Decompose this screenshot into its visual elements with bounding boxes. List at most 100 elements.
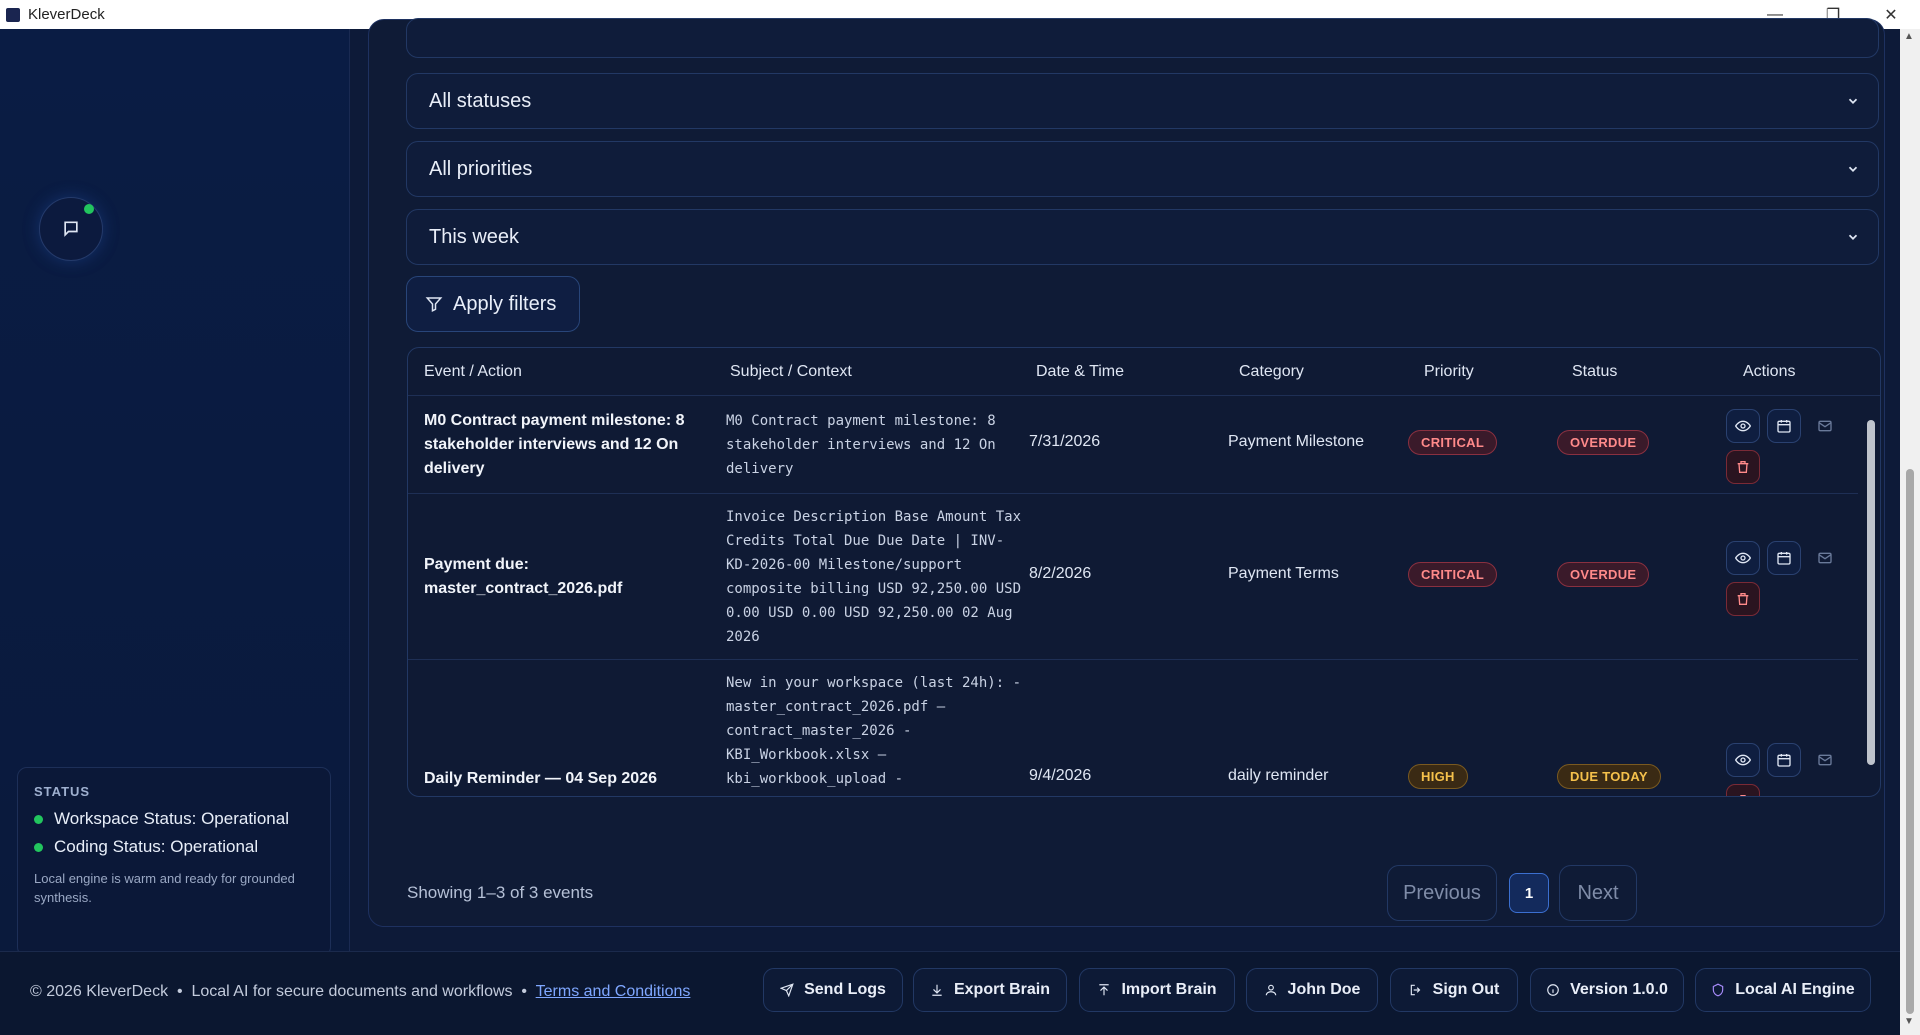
event-date: 9/4/2026 bbox=[1029, 767, 1092, 784]
priority-filter-select[interactable]: All priorities bbox=[406, 141, 1879, 197]
export-brain-button[interactable]: Export Brain bbox=[913, 968, 1067, 1012]
user-name: John Doe bbox=[1287, 981, 1361, 998]
window-title: KleverDeck bbox=[28, 6, 105, 23]
import-brain-label: Import Brain bbox=[1121, 981, 1217, 998]
table-header: Event / Action Subject / Context Date & … bbox=[408, 348, 1880, 396]
email-button[interactable] bbox=[1808, 409, 1842, 443]
col-date: Date & Time bbox=[1036, 363, 1125, 380]
download-icon bbox=[932, 984, 942, 996]
eye-icon bbox=[1735, 754, 1751, 766]
copyright: © 2026 KleverDeck bbox=[30, 983, 169, 1000]
footer-separator: • bbox=[172, 983, 188, 1000]
event-subject: Invoice Description Base Amount Tax Cred… bbox=[726, 509, 1022, 645]
pagination-summary: Showing 1–3 of 3 events bbox=[407, 883, 594, 902]
schedule-button[interactable] bbox=[1767, 541, 1801, 575]
mail-icon bbox=[1818, 420, 1832, 432]
user-icon bbox=[1265, 984, 1276, 996]
apply-filters-button[interactable]: Apply filters bbox=[406, 276, 580, 332]
view-button[interactable] bbox=[1726, 541, 1760, 575]
next-page-button[interactable]: Next bbox=[1559, 865, 1637, 921]
status-badge: OVERDUE bbox=[1557, 430, 1650, 455]
send-icon bbox=[780, 983, 794, 997]
table-scrollbar[interactable] bbox=[1864, 398, 1878, 790]
workspace-status: Workspace Status: Operational bbox=[34, 809, 314, 829]
eye-icon bbox=[1735, 552, 1751, 564]
info-icon bbox=[1547, 984, 1559, 996]
event-category: Payment Milestone bbox=[1228, 433, 1365, 450]
delete-button[interactable] bbox=[1726, 450, 1760, 484]
footer: © 2026 KleverDeck • Local AI for secure … bbox=[0, 951, 1900, 1035]
schedule-button[interactable] bbox=[1767, 743, 1801, 777]
workspace-status-label: Workspace Status: Operational bbox=[54, 809, 289, 828]
chat-icon bbox=[64, 221, 78, 237]
window-scrollbar-thumb[interactable] bbox=[1906, 469, 1914, 1014]
trash-icon bbox=[1737, 461, 1749, 473]
trash-icon bbox=[1740, 795, 1746, 796]
status-filter-select[interactable]: All statuses bbox=[406, 73, 1879, 129]
window-scrollbar[interactable]: ▲ ▼ bbox=[1900, 29, 1920, 1035]
chevron-down-icon bbox=[1842, 226, 1864, 248]
table-row[interactable]: Daily Reminder — 04 Sep 2026 New in your… bbox=[408, 660, 1858, 796]
view-button[interactable] bbox=[1726, 743, 1760, 777]
status-note: Local engine is warm and ready for groun… bbox=[34, 871, 295, 905]
event-title: M0 Contract payment milestone: 8 stakeho… bbox=[424, 412, 685, 477]
event-category: Payment Terms bbox=[1228, 565, 1339, 582]
event-category: daily reminder bbox=[1228, 767, 1329, 784]
sign-out-button[interactable]: Sign Out bbox=[1390, 968, 1518, 1012]
event-date: 7/31/2026 bbox=[1029, 433, 1101, 450]
calendar-icon bbox=[1777, 754, 1791, 767]
app-logo-icon bbox=[6, 7, 20, 22]
chevron-down-icon bbox=[1842, 158, 1864, 180]
time-range-select[interactable]: This week bbox=[406, 209, 1879, 265]
status-filter-value: All statuses bbox=[429, 89, 532, 112]
search-field-partial[interactable] bbox=[406, 18, 1879, 58]
version-button[interactable]: Version 1.0.0 bbox=[1530, 968, 1684, 1012]
col-subject: Subject / Context bbox=[730, 363, 852, 380]
mail-icon bbox=[1818, 552, 1832, 564]
scroll-down-arrow-icon[interactable]: ▼ bbox=[1904, 1016, 1914, 1027]
local-ai-engine-button[interactable]: Local AI Engine bbox=[1695, 968, 1871, 1012]
coding-status: Coding Status: Operational bbox=[34, 837, 314, 857]
col-priority: Priority bbox=[1424, 363, 1474, 380]
table-row[interactable]: M0 Contract payment milestone: 8 stakeho… bbox=[408, 396, 1858, 494]
col-actions: Actions bbox=[1743, 363, 1796, 380]
event-subject: M0 Contract payment milestone: 8 stakeho… bbox=[726, 413, 996, 477]
event-title: Payment due: master_contract_2026.pdf bbox=[424, 556, 623, 597]
import-brain-button[interactable]: Import Brain bbox=[1079, 968, 1235, 1012]
calendar-icon bbox=[1777, 552, 1791, 565]
terms-link[interactable]: Terms and Conditions bbox=[536, 983, 691, 1000]
event-date: 8/2/2026 bbox=[1029, 565, 1092, 582]
email-button[interactable] bbox=[1808, 743, 1842, 777]
email-button[interactable] bbox=[1808, 541, 1842, 575]
view-button[interactable] bbox=[1726, 409, 1760, 443]
schedule-button[interactable] bbox=[1767, 409, 1801, 443]
events-table: Event / Action Subject / Context Date & … bbox=[407, 347, 1881, 797]
priority-badge: HIGH bbox=[1408, 764, 1468, 789]
chat-button[interactable] bbox=[39, 197, 103, 261]
footer-separator: • bbox=[516, 983, 532, 1000]
version-label: Version 1.0.0 bbox=[1570, 981, 1668, 998]
filter-icon bbox=[425, 297, 443, 312]
mail-icon bbox=[1818, 754, 1832, 766]
coding-status-label: Coding Status: Operational bbox=[54, 837, 259, 856]
delete-button[interactable] bbox=[1726, 784, 1760, 796]
sign-out-label: Sign Out bbox=[1432, 981, 1500, 998]
table-scrollbar-thumb[interactable] bbox=[1867, 420, 1875, 765]
local-ai-engine-label: Local AI Engine bbox=[1735, 981, 1855, 998]
eye-icon bbox=[1735, 420, 1751, 432]
col-event: Event / Action bbox=[424, 363, 522, 380]
previous-page-button[interactable]: Previous bbox=[1387, 865, 1497, 921]
online-indicator bbox=[84, 204, 94, 214]
sidebar: STATUS Workspace Status: Operational Cod… bbox=[0, 29, 350, 957]
tagline: Local AI for secure documents and workfl… bbox=[191, 983, 513, 1000]
scroll-up-arrow-icon[interactable]: ▲ bbox=[1904, 31, 1914, 42]
table-row[interactable]: Payment due: master_contract_2026.pdf In… bbox=[408, 494, 1858, 660]
status-heading: STATUS bbox=[34, 784, 91, 799]
send-logs-button[interactable]: Send Logs bbox=[763, 968, 903, 1012]
user-button[interactable]: John Doe bbox=[1246, 968, 1378, 1012]
page-1-button[interactable]: 1 bbox=[1509, 873, 1549, 913]
main-content: All statuses All priorities This week Ap… bbox=[350, 18, 1900, 951]
priority-filter-value: All priorities bbox=[429, 157, 533, 180]
events-panel: All statuses All priorities This week Ap… bbox=[368, 18, 1885, 927]
delete-button[interactable] bbox=[1726, 582, 1760, 616]
